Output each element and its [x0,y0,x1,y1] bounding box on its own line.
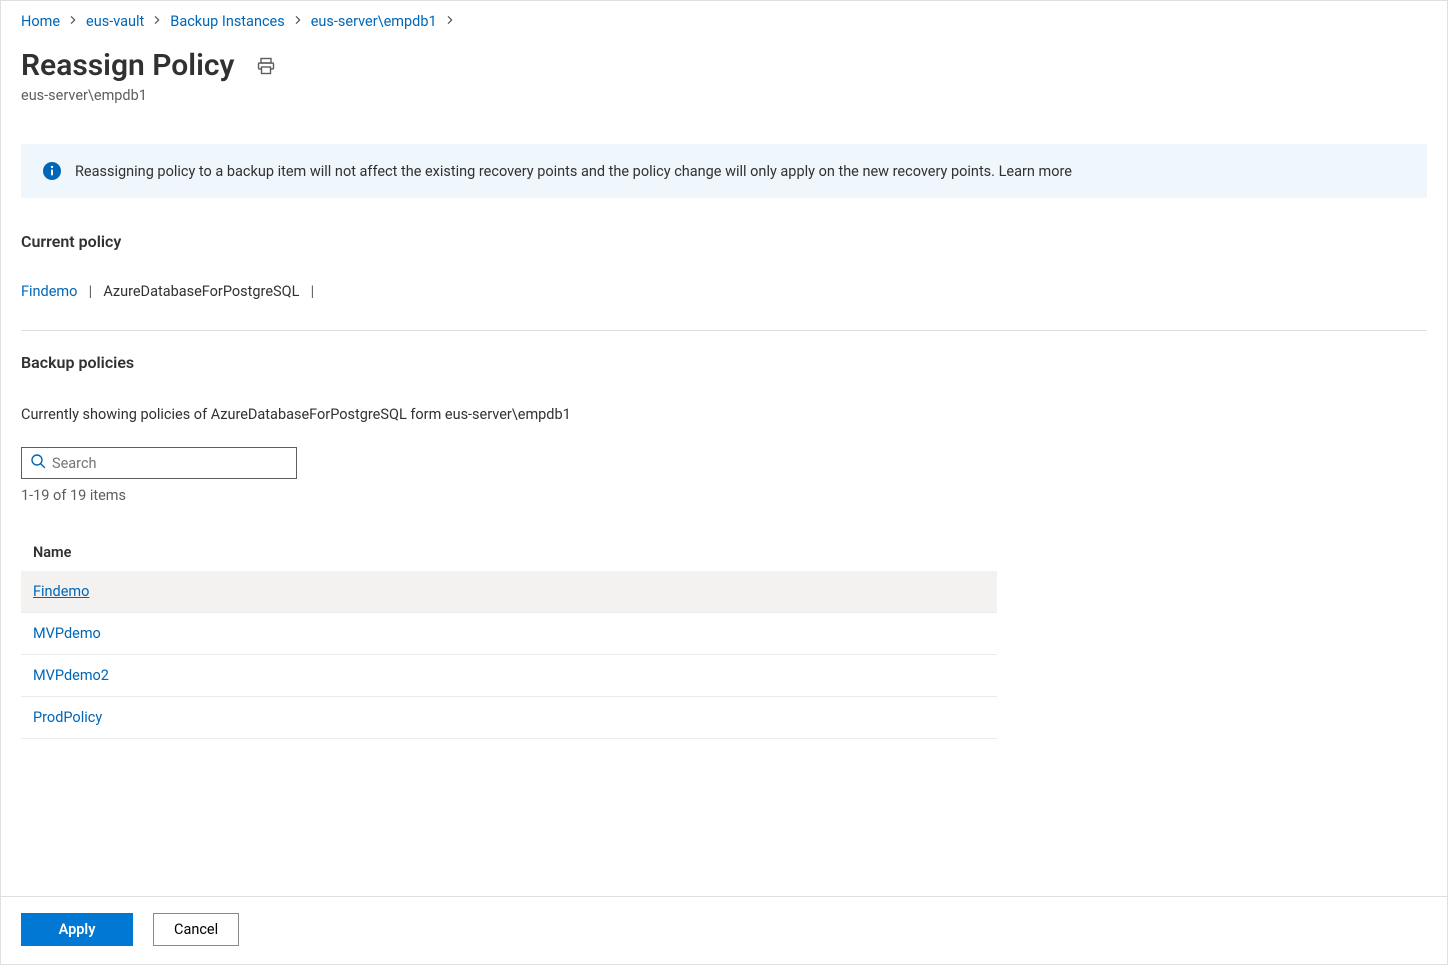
table-row[interactable]: MVPdemo [21,613,997,655]
chevron-right-icon [445,14,455,29]
chevron-right-icon [293,14,303,29]
table-row[interactable]: Findemo [21,571,997,613]
current-policy-type: AzureDatabaseForPostgreSQL [103,283,299,300]
results-count: 1-19 of 19 items [21,487,1427,504]
policy-link[interactable]: MVPdemo2 [33,667,109,684]
page-title: Reassign Policy [21,48,234,83]
chevron-right-icon [68,14,78,29]
breadcrumb-vault[interactable]: eus-vault [86,13,144,30]
chevron-right-icon [152,14,162,29]
table-row[interactable]: ProdPolicy [21,697,997,739]
current-policy-link[interactable]: Findemo [21,283,77,300]
search-input[interactable] [52,455,288,472]
footer-actions: Apply Cancel [1,896,1447,964]
policy-link[interactable]: MVPdemo [33,625,101,642]
table-header-name: Name [21,534,997,571]
policy-table: Name Findemo MVPdemo MVPdemo2 ProdPolicy [21,534,997,739]
info-banner-text: Reassigning policy to a backup item will… [75,163,1072,180]
section-divider [21,330,1427,331]
breadcrumb: Home eus-vault Backup Instances eus-serv… [21,13,1427,30]
print-icon[interactable] [256,56,276,76]
breadcrumb-instance[interactable]: eus-server\empdb1 [311,13,437,30]
current-policy-heading: Current policy [21,232,1427,251]
breadcrumb-backup-instances[interactable]: Backup Instances [170,13,284,30]
info-icon [43,162,61,180]
current-policy-line: Findemo | AzureDatabaseForPostgreSQL | [21,283,1427,300]
breadcrumb-home[interactable]: Home [21,13,60,30]
search-icon [30,453,46,473]
table-row[interactable]: MVPdemo2 [21,655,997,697]
policy-link[interactable]: Findemo [33,583,89,600]
page-subtitle: eus-server\empdb1 [21,87,1427,104]
backup-policies-description: Currently showing policies of AzureDatab… [21,406,1427,423]
backup-policies-heading: Backup policies [21,353,1427,372]
cancel-button[interactable]: Cancel [153,913,239,946]
policy-link[interactable]: ProdPolicy [33,709,102,726]
info-banner: Reassigning policy to a backup item will… [21,144,1427,198]
search-box[interactable] [21,447,297,479]
apply-button[interactable]: Apply [21,913,133,946]
